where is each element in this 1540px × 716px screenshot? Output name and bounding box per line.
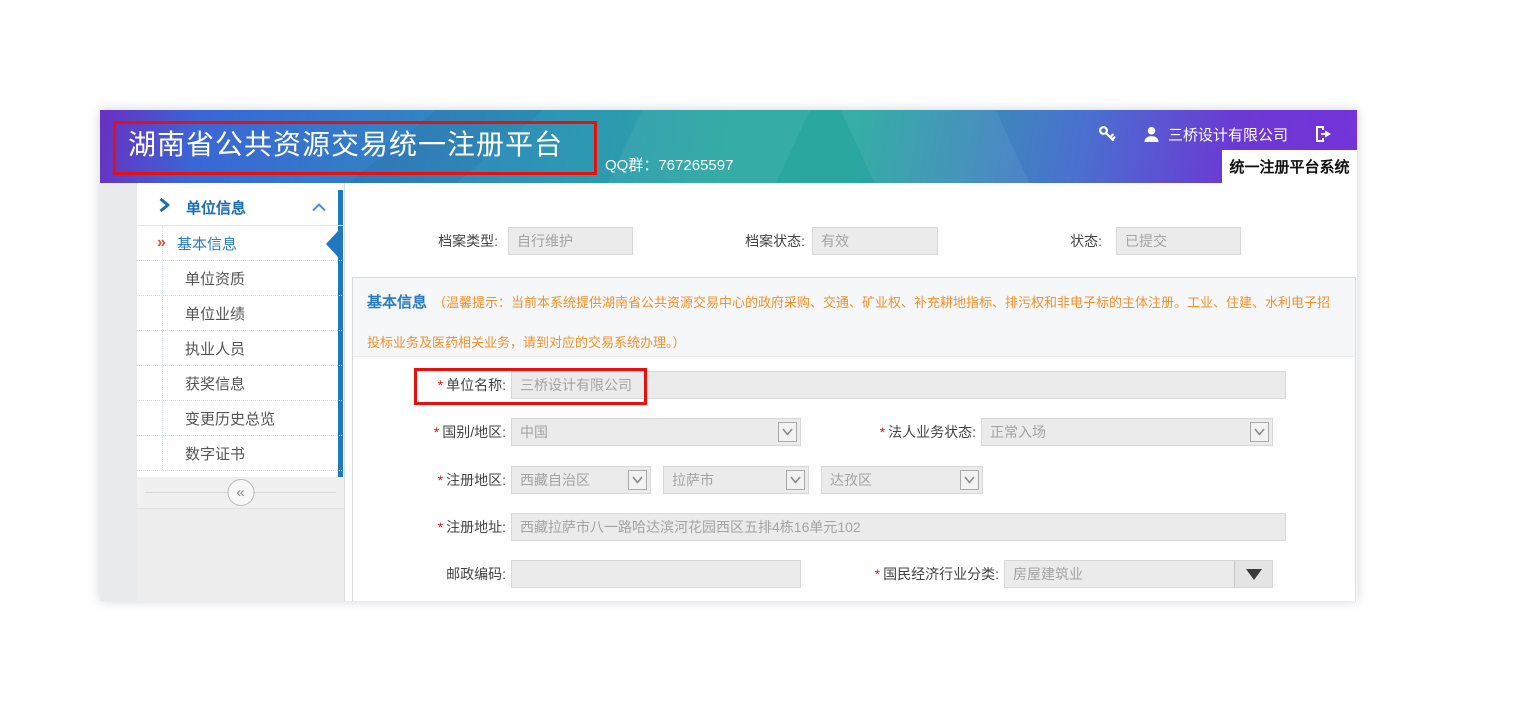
status-label: 状态: [945,227,1102,255]
archive-type-label: 档案类型: [345,227,498,255]
postal-code-label: 邮政编码: [353,560,506,588]
main-content: 档案类型: 自行维护 档案状态: 有效 状态: 已提交 基本信息（温馨提示：当前… [345,183,1357,601]
basic-info-panel: 基本信息（温馨提示：当前本系统提供湖南省公共资源交易中心的政府采购、交通、矿业权… [352,277,1356,601]
annotation-box-title [113,121,597,175]
address-label: *注册地址: [353,513,506,541]
region-city-select[interactable]: 拉萨市 [663,466,809,494]
tab-unified-registration-system[interactable]: 统一注册平台系统 [1222,150,1357,183]
sidebar: 单位信息 » 基本信息 单位资质 单位业绩 执业人员 获奖信息 变更历史总览 数… [137,183,345,601]
sidebar-item-digital-certificate[interactable]: 数字证书 [137,436,344,471]
app-header: 湖南省公共资源交易统一注册平台 QQ群：767265597 三桥设计有限公司 统… [100,110,1357,183]
region-label: *注册地区: [353,466,506,494]
panel-header: 基本信息（温馨提示：当前本系统提供湖南省公共资源交易中心的政府采购、交通、矿业权… [353,278,1355,357]
legal-status-select[interactable]: 正常入场 [981,418,1273,446]
industry-label: *国民经济行业分类: [773,560,999,588]
section-title: 基本信息 [367,294,427,311]
logout-icon[interactable] [1314,125,1333,143]
sidebar-group-unit-info[interactable]: 单位信息 [137,190,344,226]
left-rail [100,183,137,601]
user-icon [1143,126,1160,143]
dropdown-triangle-icon[interactable] [1234,561,1272,587]
double-chevron-icon: » [157,234,166,252]
postal-code-input[interactable] [511,560,801,588]
country-select[interactable]: 中国 [511,418,801,446]
collapse-icon: « [236,484,244,501]
sidebar-item-change-history[interactable]: 变更历史总览 [137,401,344,436]
sidebar-group-label: 单位信息 [186,197,246,218]
active-item-marker [326,231,338,257]
region-province-select[interactable]: 西藏自治区 [511,466,651,494]
company-name: 三桥设计有限公司 [1168,124,1288,145]
industry-input[interactable]: 房屋建筑业 [1004,560,1273,588]
chevron-down-icon [1250,422,1269,442]
account-menu[interactable]: 三桥设计有限公司 [1143,124,1288,145]
section-hint: （温馨提示：当前本系统提供湖南省公共资源交易中心的政府采购、交通、矿业权、补充耕… [367,295,1330,350]
status-value[interactable]: 已提交 [1116,227,1241,255]
sidebar-item-practitioners[interactable]: 执业人员 [137,331,344,366]
region-district-select[interactable]: 达孜区 [821,466,983,494]
legal-status-label: *法人业务状态: [773,418,976,446]
sidebar-collapse-button[interactable]: « [227,479,254,506]
sidebar-item-basic-info[interactable]: » 基本信息 [137,226,344,261]
address-input[interactable]: 西藏拉萨市八一路哈达滨河花园西区五排4栋16单元102 [511,513,1286,541]
key-icon[interactable] [1097,124,1117,144]
archive-status-value[interactable]: 有效 [812,227,938,255]
chevron-right-icon [159,198,170,217]
chevron-down-icon [960,470,979,490]
archive-type-value[interactable]: 自行维护 [508,227,633,255]
annotation-box-company-name [414,368,647,405]
chevron-up-icon[interactable] [312,199,326,217]
archive-status-label: 档案状态: [625,227,805,255]
country-label: *国别/地区: [353,418,506,446]
sidebar-item-unit-qualification[interactable]: 单位资质 [137,261,344,296]
sidebar-collapse-strip: « [137,477,344,508]
sidebar-item-unit-performance[interactable]: 单位业绩 [137,296,344,331]
app-window: 湖南省公共资源交易统一注册平台 QQ群：767265597 三桥设计有限公司 统… [100,110,1357,601]
qq-group-label: QQ群：767265597 [605,154,733,175]
chevron-down-icon [628,470,647,490]
sidebar-item-awards[interactable]: 获奖信息 [137,366,344,401]
chevron-down-icon [786,470,805,490]
